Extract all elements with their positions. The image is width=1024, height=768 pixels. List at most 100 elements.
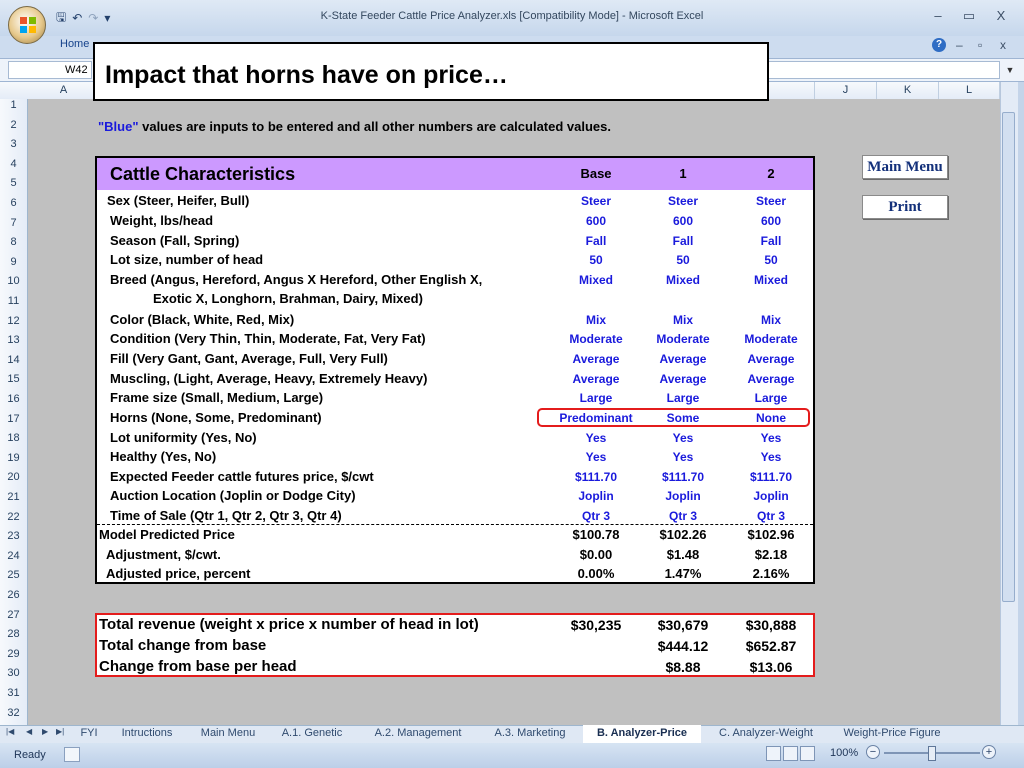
workbook-close-button[interactable]: x <box>1000 38 1006 52</box>
revenue-cell[interactable]: $30,235 <box>553 617 639 633</box>
row-header[interactable]: 3 <box>0 138 27 150</box>
prev-sheet-icon[interactable]: ◀ <box>26 727 32 736</box>
input-cell[interactable]: Fall <box>640 234 726 248</box>
row-header[interactable]: 30 <box>0 667 27 679</box>
calculated-cell[interactable]: 0.00% <box>553 566 639 581</box>
calculated-cell[interactable]: $0.00 <box>553 547 639 562</box>
zoom-in-icon[interactable]: + <box>982 745 996 759</box>
name-box[interactable]: W42 <box>8 61 92 79</box>
row-header[interactable]: 26 <box>0 589 27 601</box>
input-cell[interactable]: Moderate <box>640 332 726 346</box>
input-cell[interactable]: Joplin <box>553 489 639 503</box>
row-header[interactable]: 11 <box>0 295 27 307</box>
sheet-tab[interactable]: A.2. Management <box>358 725 478 742</box>
calculated-cell[interactable]: $1.48 <box>640 547 726 562</box>
input-cell[interactable]: Average <box>728 352 814 366</box>
revenue-cell[interactable]: $444.12 <box>640 638 726 654</box>
scrollbar-thumb[interactable] <box>1002 112 1015 602</box>
input-cell[interactable]: Moderate <box>553 332 639 346</box>
input-cell[interactable]: Large <box>728 391 814 405</box>
input-cell[interactable]: Yes <box>728 450 814 464</box>
input-cell[interactable]: Joplin <box>640 489 726 503</box>
row-header[interactable]: 7 <box>0 217 27 229</box>
help-icon[interactable]: ? <box>932 38 946 52</box>
office-button[interactable] <box>8 6 46 44</box>
revenue-cell[interactable]: $13.06 <box>728 659 814 675</box>
input-cell[interactable]: Qtr 3 <box>553 509 639 523</box>
input-cell[interactable]: 50 <box>640 253 726 267</box>
column-header-k[interactable]: K <box>877 82 939 99</box>
sheet-tab[interactable]: A.3. Marketing <box>482 725 578 742</box>
row-header[interactable]: 4 <box>0 158 27 170</box>
row-header[interactable]: 5 <box>0 177 27 189</box>
row-header[interactable]: 22 <box>0 511 27 523</box>
input-cell[interactable]: 600 <box>728 214 814 228</box>
input-cell[interactable]: Yes <box>640 431 726 445</box>
expand-formula-bar-icon[interactable]: ▼ <box>1002 61 1018 79</box>
input-cell[interactable]: Average <box>640 372 726 386</box>
sheet-tab[interactable]: B. Analyzer-Price <box>583 725 701 744</box>
input-cell[interactable]: 600 <box>553 214 639 228</box>
input-cell[interactable]: Steer <box>728 194 814 208</box>
macro-record-icon[interactable] <box>64 747 80 762</box>
revenue-cell[interactable]: $30,888 <box>728 617 814 633</box>
input-cell[interactable]: Mix <box>553 313 639 327</box>
input-cell[interactable]: Fall <box>553 234 639 248</box>
row-header[interactable]: 28 <box>0 628 27 640</box>
input-cell[interactable]: Yes <box>553 431 639 445</box>
sheet-tab[interactable]: Main Menu <box>190 725 266 742</box>
input-cell[interactable]: Mix <box>728 313 814 327</box>
row-header[interactable]: 25 <box>0 569 27 581</box>
row-header[interactable]: 19 <box>0 452 27 464</box>
input-cell[interactable]: 50 <box>553 253 639 267</box>
input-cell[interactable]: Average <box>553 372 639 386</box>
input-cell[interactable]: Yes <box>728 431 814 445</box>
input-cell[interactable]: Average <box>728 372 814 386</box>
calculated-cell[interactable]: $102.26 <box>640 527 726 542</box>
last-sheet-icon[interactable]: ▶| <box>56 727 64 736</box>
minimize-button[interactable]: – <box>927 8 949 26</box>
input-cell[interactable]: Average <box>553 352 639 366</box>
row-header[interactable]: 29 <box>0 648 27 660</box>
input-cell[interactable]: 600 <box>640 214 726 228</box>
zoom-out-icon[interactable]: − <box>866 745 880 759</box>
input-cell[interactable]: Yes <box>553 450 639 464</box>
input-cell[interactable]: Steer <box>553 194 639 208</box>
input-cell[interactable]: 50 <box>728 253 814 267</box>
row-header[interactable]: 9 <box>0 256 27 268</box>
page-break-view-icon[interactable] <box>800 746 815 761</box>
row-header[interactable]: 2 <box>0 119 27 131</box>
column-header-l[interactable]: L <box>939 82 1000 99</box>
next-sheet-icon[interactable]: ▶ <box>42 727 48 736</box>
maximize-button[interactable]: ▭ <box>958 8 980 26</box>
page-layout-view-icon[interactable] <box>783 746 798 761</box>
row-header[interactable]: 21 <box>0 491 27 503</box>
input-cell[interactable]: Yes <box>640 450 726 464</box>
row-header[interactable]: 27 <box>0 609 27 621</box>
normal-view-icon[interactable] <box>766 746 781 761</box>
input-cell[interactable]: Average <box>640 352 726 366</box>
row-header[interactable]: 31 <box>0 687 27 699</box>
row-header[interactable]: 8 <box>0 236 27 248</box>
input-cell[interactable]: Mixed <box>728 273 814 287</box>
revenue-cell[interactable]: $30,679 <box>640 617 726 633</box>
calculated-cell[interactable]: $100.78 <box>553 527 639 542</box>
row-header[interactable]: 6 <box>0 197 27 209</box>
column-header-a[interactable]: A <box>28 82 100 99</box>
calculated-cell[interactable]: 2.16% <box>728 566 814 581</box>
input-cell[interactable]: Large <box>640 391 726 405</box>
print-button[interactable]: Print <box>862 195 948 219</box>
row-header[interactable]: 14 <box>0 354 27 366</box>
row-header[interactable]: 13 <box>0 334 27 346</box>
revenue-cell[interactable]: $8.88 <box>640 659 726 675</box>
input-cell[interactable]: Steer <box>640 194 726 208</box>
row-header[interactable]: 17 <box>0 413 27 425</box>
input-cell[interactable]: Fall <box>728 234 814 248</box>
row-header[interactable]: 23 <box>0 530 27 542</box>
row-header[interactable]: 32 <box>0 707 27 719</box>
row-header[interactable]: 1 <box>0 99 27 111</box>
input-cell[interactable]: Large <box>553 391 639 405</box>
input-cell[interactable]: Mixed <box>553 273 639 287</box>
first-sheet-icon[interactable]: |◀ <box>6 727 14 736</box>
sheet-tab[interactable]: FYI <box>74 725 104 742</box>
